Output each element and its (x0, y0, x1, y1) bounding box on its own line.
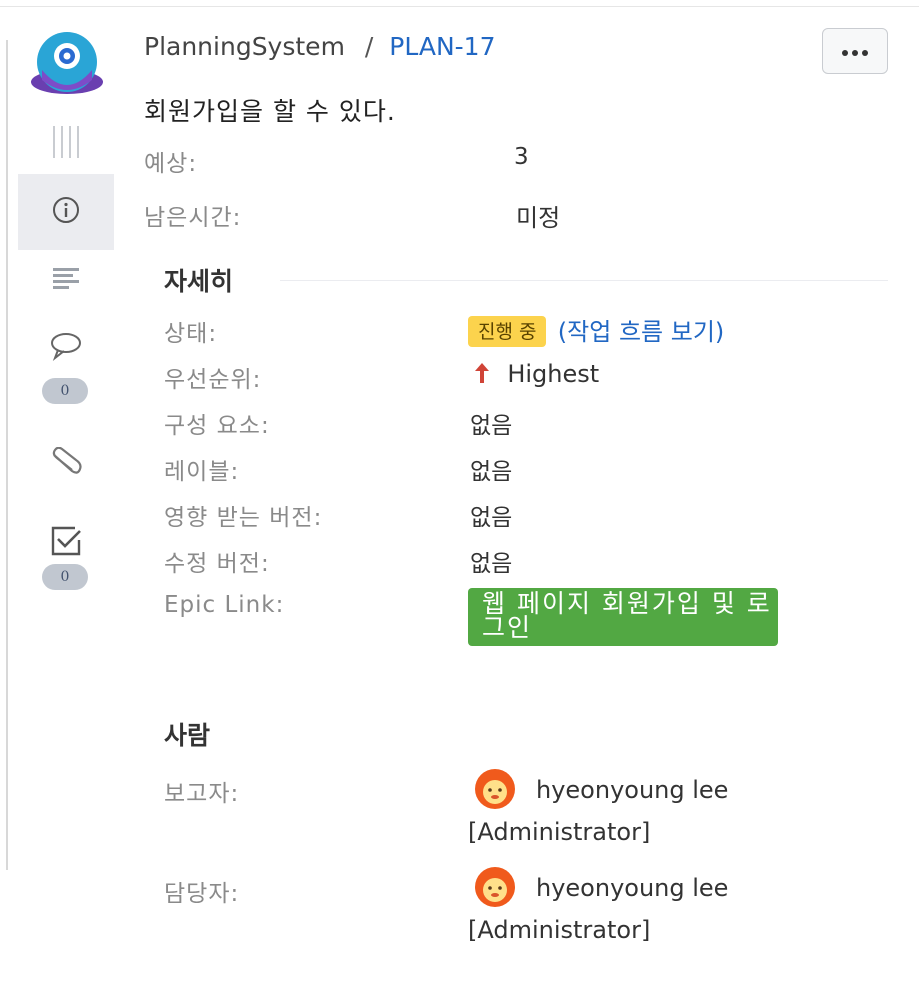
epic-link-label: Epic Link: (164, 592, 285, 618)
labels-label: 레이블: (164, 459, 240, 485)
project-robot-icon[interactable] (28, 30, 106, 98)
issue-sidebar: 0 0 (18, 10, 114, 990)
info-icon (51, 195, 81, 229)
comment-count-badge: 0 (42, 378, 88, 404)
arrow-up-icon (470, 362, 501, 388)
checklist-count-badge: 0 (42, 564, 88, 590)
more-icon (840, 42, 870, 61)
assignee-name[interactable]: hyeonyoung lee (536, 866, 728, 910)
breadcrumb-issue-key-link[interactable]: PLAN-17 (389, 32, 495, 61)
labels-value[interactable]: 없음 (470, 452, 512, 486)
checklist-icon (49, 524, 83, 562)
user-avatar-icon (468, 768, 522, 810)
breadcrumb: PlanningSystem / PLAN-17 (144, 32, 495, 61)
paperclip-icon (48, 446, 84, 481)
workflow-open-paren: ( (557, 318, 568, 346)
description-icon (51, 264, 81, 296)
reporter-name[interactable]: hyeonyoung lee (536, 768, 728, 812)
workflow-link-text[interactable]: 작업 흐름 보기 (567, 318, 715, 346)
attachments-button[interactable] (18, 430, 114, 498)
more-actions-button[interactable] (822, 28, 888, 74)
panel-left-border (6, 40, 8, 870)
assignee-label: 담당자: (164, 881, 240, 907)
affects-versions-label: 영향 받는 버전: (164, 505, 323, 531)
remaining-label: 남은시간: (144, 205, 242, 231)
affects-versions-value[interactable]: 없음 (470, 498, 512, 532)
components-value[interactable]: 없음 (470, 406, 512, 440)
remaining-value: 미정 (516, 204, 561, 232)
details-section-title[interactable]: 자세히 (164, 262, 233, 298)
assignee-role: [Administrator] (468, 916, 651, 944)
info-button[interactable] (18, 174, 114, 250)
fix-versions-value[interactable]: 없음 (470, 544, 512, 578)
workflow-close-paren: ) (714, 318, 725, 346)
fix-versions-label: 수정 버전: (164, 551, 270, 577)
details-divider (280, 280, 888, 281)
description-button[interactable] (18, 242, 114, 318)
reporter-label: 보고자: (164, 781, 240, 807)
priority-value: Highest (507, 360, 600, 388)
status-label: 상태: (164, 321, 218, 347)
view-workflow-link[interactable]: (작업 흐름 보기) (558, 318, 725, 346)
breadcrumb-separator: / (364, 32, 374, 61)
status-field: 진행 중 (작업 흐름 보기) (468, 312, 724, 347)
people-section-title[interactable]: 사람 (164, 716, 210, 752)
panel-top-border (0, 6, 919, 7)
drag-handle-icon[interactable] (48, 122, 88, 162)
components-label: 구성 요소: (164, 413, 270, 439)
comment-icon (49, 331, 83, 365)
priority-value-field[interactable]: Highest (470, 360, 599, 388)
estimate-value: 3 (514, 144, 529, 170)
status-lozenge[interactable]: 진행 중 (468, 316, 547, 347)
priority-label: 우선순위: (164, 367, 262, 393)
user-avatar-icon (468, 866, 522, 908)
issue-summary[interactable]: 회원가입을 할 수 있다. (144, 92, 396, 128)
epic-link-lozenge[interactable]: 웹 페이지 회원가입 및 로그인 (468, 588, 778, 646)
comments-button[interactable] (18, 320, 114, 376)
estimate-label: 예상: (144, 151, 198, 177)
breadcrumb-project-link[interactable]: PlanningSystem (144, 32, 345, 61)
reporter-role: [Administrator] (468, 818, 651, 846)
